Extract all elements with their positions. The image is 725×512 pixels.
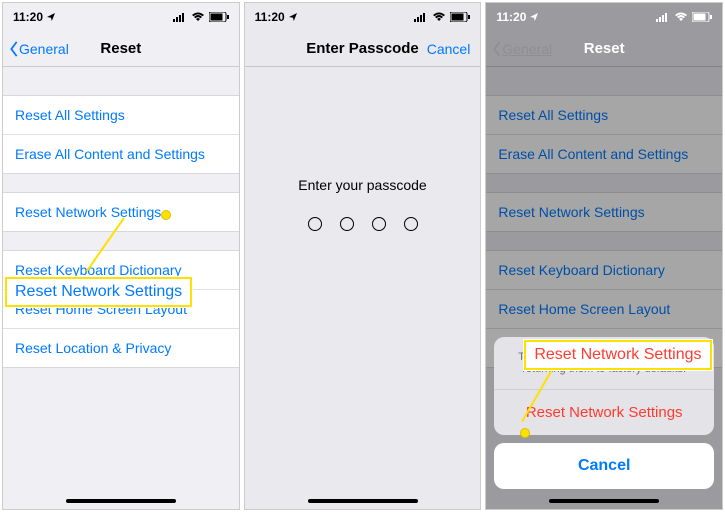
erase-all-content: Erase All Content and Settings xyxy=(486,134,722,173)
statusbar: 11:20 xyxy=(245,3,481,31)
nav-title: Reset xyxy=(584,40,625,57)
navbar: General Reset xyxy=(486,31,722,67)
navbar: General Reset xyxy=(3,31,239,67)
nav-title: Reset xyxy=(100,40,141,57)
back-button[interactable]: General xyxy=(9,41,69,57)
reset-all-settings: Reset All Settings xyxy=(486,96,722,134)
cancel-button[interactable]: Cancel xyxy=(427,41,471,57)
passcode-area: Enter your passcode xyxy=(245,177,481,231)
status-time: 11:20 xyxy=(13,10,43,24)
battery-icon xyxy=(209,12,229,22)
wifi-icon xyxy=(674,12,688,22)
callout-reset-network: Reset Network Settings xyxy=(5,277,192,307)
phone-screen-1: 11:20 General Reset Reset All Settings E… xyxy=(2,2,240,510)
phone-screen-2: 11:20 Enter Passcode Cancel Enter your p… xyxy=(244,2,482,510)
phone-screen-3: 11:20 General Reset Reset All Settings E… xyxy=(485,2,723,510)
reset-network-settings[interactable]: Reset Network Settings xyxy=(3,193,239,231)
back-label: General xyxy=(19,41,69,57)
statusbar: 11:20 xyxy=(486,3,722,31)
passcode-dot xyxy=(404,217,418,231)
signal-icon xyxy=(656,13,670,22)
wifi-icon xyxy=(191,12,205,22)
reset-group-3: Reset Keyboard Dictionary Reset Home Scr… xyxy=(3,250,239,368)
passcode-prompt: Enter your passcode xyxy=(245,177,481,193)
location-icon xyxy=(530,13,538,21)
reset-group-2: Reset Network Settings xyxy=(486,192,722,232)
reset-group-1: Reset All Settings Erase All Content and… xyxy=(3,95,239,174)
reset-all-settings[interactable]: Reset All Settings xyxy=(3,96,239,134)
signal-icon xyxy=(173,13,187,22)
passcode-dot xyxy=(372,217,386,231)
reset-network-settings: Reset Network Settings xyxy=(486,193,722,231)
nav-title: Enter Passcode xyxy=(306,40,419,57)
signal-icon xyxy=(414,13,428,22)
navbar: Enter Passcode Cancel xyxy=(245,31,481,67)
reset-group-2: Reset Network Settings xyxy=(3,192,239,232)
wifi-icon xyxy=(432,12,446,22)
home-indicator[interactable] xyxy=(308,499,418,503)
battery-icon xyxy=(450,12,470,22)
home-indicator[interactable] xyxy=(66,499,176,503)
status-time: 11:20 xyxy=(255,10,285,24)
location-icon xyxy=(289,13,297,21)
callout-reset-network-confirm: Reset Network Settings xyxy=(524,340,711,370)
pointer-dot xyxy=(161,210,171,220)
status-time: 11:20 xyxy=(496,10,526,24)
back-button: General xyxy=(492,41,552,57)
reset-home-screen-layout: Reset Home Screen Layout xyxy=(486,289,722,328)
battery-icon xyxy=(692,12,712,22)
reset-keyboard-dictionary: Reset Keyboard Dictionary xyxy=(486,251,722,289)
location-icon xyxy=(47,13,55,21)
passcode-dot xyxy=(340,217,354,231)
home-indicator[interactable] xyxy=(549,499,659,503)
reset-location-privacy[interactable]: Reset Location & Privacy xyxy=(3,328,239,367)
reset-group-1: Reset All Settings Erase All Content and… xyxy=(486,95,722,174)
statusbar: 11:20 xyxy=(3,3,239,31)
sheet-cancel[interactable]: Cancel xyxy=(494,443,714,489)
passcode-dot xyxy=(308,217,322,231)
erase-all-content[interactable]: Erase All Content and Settings xyxy=(3,134,239,173)
back-label: General xyxy=(502,41,552,57)
passcode-dots[interactable] xyxy=(245,217,481,231)
